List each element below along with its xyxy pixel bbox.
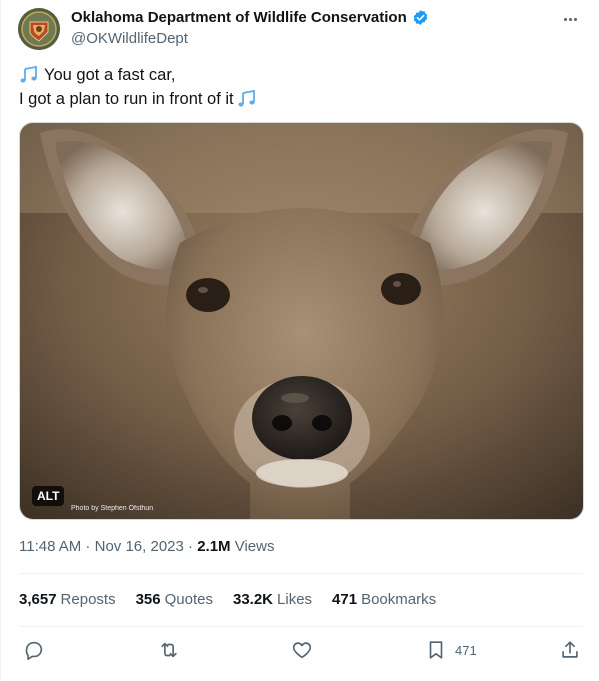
tweet-meta: 11:48 AM · Nov 16, 2023 · 2.1M Views bbox=[19, 538, 274, 555]
musical-notes-icon bbox=[238, 89, 255, 107]
dot-icon bbox=[573, 17, 577, 21]
likes-label: Likes bbox=[277, 591, 313, 608]
musical-notes-icon bbox=[20, 65, 37, 83]
avatar[interactable] bbox=[18, 8, 60, 50]
views-count: 2.1M bbox=[197, 538, 231, 555]
meta-separator: · bbox=[183, 538, 198, 555]
reply-icon bbox=[25, 641, 43, 660]
display-name[interactable]: Oklahoma Department of Wildlife Conserva… bbox=[71, 9, 407, 26]
deer-photo bbox=[20, 123, 583, 519]
dot-icon bbox=[568, 17, 572, 21]
engagement-stats: 3,657 Reposts 356 Quotes 33.2K Likes 471 Boo… bbox=[19, 591, 436, 608]
quotes-count: 356 bbox=[135, 591, 161, 608]
likes-stat[interactable]: 33.2K Likes bbox=[233, 591, 312, 608]
quotes-label: Quotes bbox=[164, 591, 213, 608]
reposts-label: Reposts bbox=[60, 591, 116, 608]
likes-count: 33.2K bbox=[232, 591, 274, 608]
action-bar: 471 bbox=[1, 636, 599, 664]
quotes-stat[interactable]: 356 Quotes bbox=[136, 591, 213, 608]
author-name-row: Oklahoma Department of Wildlife Conserva… bbox=[71, 9, 429, 26]
like-icon bbox=[292, 642, 312, 659]
more-options-button[interactable] bbox=[559, 10, 581, 28]
bookmark-count: 471 bbox=[455, 642, 477, 658]
reposts-count: 3,657 bbox=[19, 591, 57, 608]
tweet-time[interactable]: 11:48 AM bbox=[19, 538, 81, 555]
meta-separator: · bbox=[81, 538, 95, 555]
like-button[interactable] bbox=[291, 636, 313, 664]
bookmark-icon bbox=[429, 641, 443, 659]
dot-icon bbox=[563, 17, 567, 21]
odwc-logo-icon bbox=[18, 8, 60, 50]
tweet-line-1-text: You got a fast car, bbox=[44, 66, 176, 84]
divider bbox=[19, 626, 583, 627]
bookmarks-label: Bookmarks bbox=[361, 591, 437, 608]
repost-icon bbox=[161, 642, 177, 658]
tweet-card: Oklahoma Department of Wildlife Conserva… bbox=[0, 0, 599, 681]
tweet-media-image[interactable]: ALT Photo by Stephen Ofsthun bbox=[19, 122, 584, 520]
author-handle[interactable]: @OKWildlifeDept bbox=[71, 30, 188, 47]
share-button[interactable] bbox=[559, 636, 581, 664]
tweet-line-2-text: I got a plan to run in front of it bbox=[19, 90, 234, 108]
views-label: Views bbox=[230, 538, 275, 555]
reposts-stat[interactable]: 3,657 Reposts bbox=[19, 591, 116, 608]
verified-badge-icon bbox=[413, 10, 428, 25]
photo-credit: Photo by Stephen Ofsthun bbox=[71, 505, 154, 512]
tweet-line-2: I got a plan to run in front of it bbox=[19, 87, 262, 111]
repost-button[interactable] bbox=[158, 636, 180, 664]
divider bbox=[19, 573, 583, 574]
tweet-text: You got a fast car, I got a plan to run … bbox=[19, 63, 262, 111]
bookmark-button[interactable]: 471 bbox=[425, 636, 477, 664]
alt-text-badge[interactable]: ALT bbox=[32, 486, 65, 506]
bookmarks-count: 471 bbox=[332, 591, 358, 608]
share-icon bbox=[562, 641, 578, 658]
tweet-date[interactable]: Nov 16, 2023 bbox=[95, 538, 184, 555]
tweet-line-1: You got a fast car, bbox=[19, 63, 262, 87]
bookmarks-stat[interactable]: 471 Bookmarks bbox=[332, 591, 436, 608]
reply-button[interactable] bbox=[23, 636, 45, 664]
